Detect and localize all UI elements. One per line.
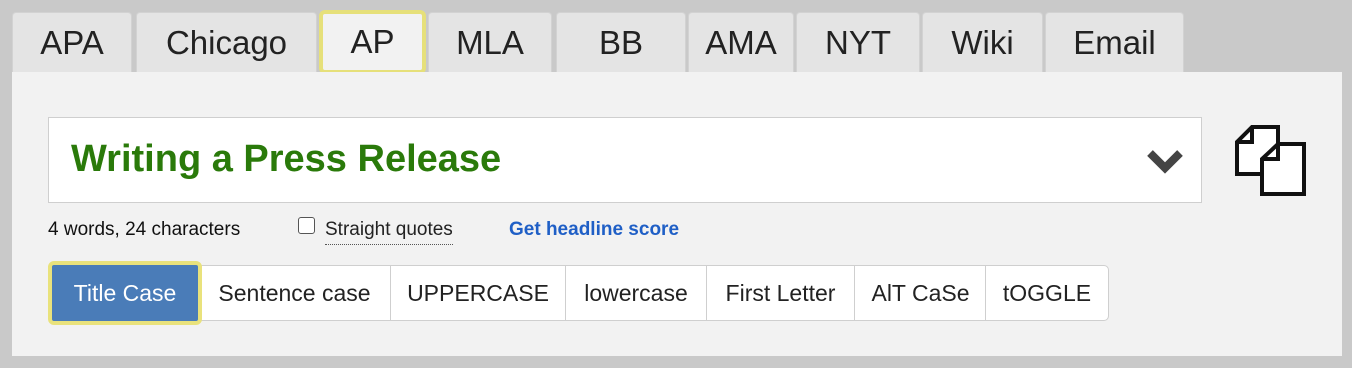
title-input-text[interactable]: Writing a Press Release (71, 138, 501, 181)
tab-bb[interactable]: BB (556, 12, 686, 72)
tab-ap[interactable]: AP (319, 10, 426, 74)
uppercase-button[interactable]: UPPERCASE (390, 265, 566, 321)
sentence-case-button[interactable]: Sentence case (198, 265, 391, 321)
tab-chicago[interactable]: Chicago (136, 12, 317, 72)
tab-ama[interactable]: AMA (688, 12, 794, 72)
tab-mla[interactable]: MLA (428, 12, 552, 72)
tab-apa[interactable]: APA (12, 12, 132, 72)
tab-nyt[interactable]: NYT (796, 12, 920, 72)
alt-case-button[interactable]: AlT CaSe (854, 265, 987, 321)
converter-panel: Writing a Press Release 4 words, 24 char… (12, 72, 1342, 356)
toggle-case-button[interactable]: tOGGLE (985, 265, 1109, 321)
lowercase-button[interactable]: lowercase (565, 265, 707, 321)
chevron-down-icon[interactable] (1145, 146, 1185, 176)
title-case-button[interactable]: Title Case (48, 261, 202, 325)
tab-email[interactable]: Email (1045, 12, 1184, 72)
tab-wiki[interactable]: Wiki (922, 12, 1043, 72)
straight-quotes-label[interactable]: Straight quotes (325, 219, 453, 245)
headline-score-link[interactable]: Get headline score (509, 219, 679, 241)
straight-quotes-checkbox[interactable] (298, 217, 315, 234)
copy-icon[interactable] (1234, 124, 1308, 198)
word-character-count: 4 words, 24 characters (48, 219, 241, 240)
first-letter-button[interactable]: First Letter (706, 265, 855, 321)
title-input[interactable]: Writing a Press Release (48, 117, 1202, 203)
